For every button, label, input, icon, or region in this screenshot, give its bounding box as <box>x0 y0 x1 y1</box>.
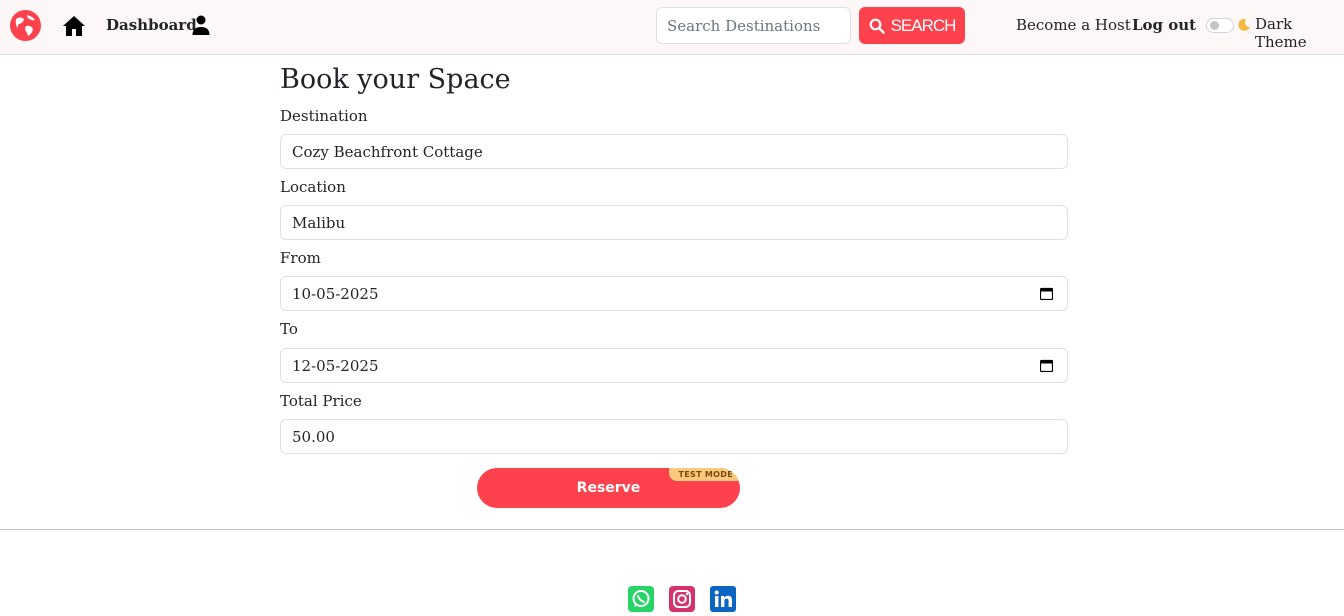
destination-label: Destination <box>280 107 368 125</box>
moon-icon <box>1238 18 1250 31</box>
location-label: Location <box>280 178 346 196</box>
from-label: From <box>280 249 321 267</box>
page-title: Book your Space <box>280 64 511 95</box>
from-date-field[interactable]: 10-05-2025 <box>280 276 1068 311</box>
toggle-knob <box>1210 21 1219 30</box>
search-icon <box>869 18 885 34</box>
logout-link[interactable]: Log out <box>1132 16 1196 34</box>
home-icon[interactable] <box>62 14 86 38</box>
instagram-icon[interactable] <box>669 586 695 612</box>
reserve-button[interactable]: Reserve TEST MODE <box>477 468 740 508</box>
total-price-value: 50.00 <box>292 427 335 446</box>
globe-logo-icon[interactable] <box>9 9 42 42</box>
to-label: To <box>280 320 298 338</box>
whatsapp-icon[interactable] <box>628 586 654 612</box>
to-date-value: 12-05-2025 <box>292 356 379 375</box>
search-button[interactable]: SEARCH <box>859 7 965 44</box>
dark-theme-toggle[interactable] <box>1206 18 1234 33</box>
from-date-value: 10-05-2025 <box>292 284 379 303</box>
destination-value: Cozy Beachfront Cottage <box>292 142 483 161</box>
user-icon[interactable] <box>192 15 210 35</box>
to-date-field[interactable]: 12-05-2025 <box>280 348 1068 383</box>
total-price-field[interactable]: 50.00 <box>280 419 1068 454</box>
calendar-icon[interactable] <box>1040 287 1053 300</box>
location-field[interactable]: Malibu <box>280 205 1068 240</box>
become-host-link[interactable]: Become a Host <box>1016 16 1131 34</box>
linkedin-icon[interactable] <box>710 586 736 612</box>
reserve-button-label: Reserve <box>576 480 641 496</box>
dark-theme-label: Dark Theme <box>1255 15 1307 51</box>
total-price-label: Total Price <box>280 392 362 410</box>
destination-field[interactable]: Cozy Beachfront Cottage <box>280 134 1068 169</box>
test-mode-badge: TEST MODE <box>668 468 740 481</box>
nav-dashboard-link[interactable]: Dashboard <box>106 16 197 34</box>
navbar: Dashboard SEARCH Become a Host Log out D… <box>0 0 1344 55</box>
calendar-icon[interactable] <box>1040 359 1053 372</box>
footer-divider <box>0 529 1344 530</box>
location-value: Malibu <box>292 213 346 232</box>
search-button-label: SEARCH <box>890 15 957 35</box>
search-input[interactable] <box>656 7 851 44</box>
